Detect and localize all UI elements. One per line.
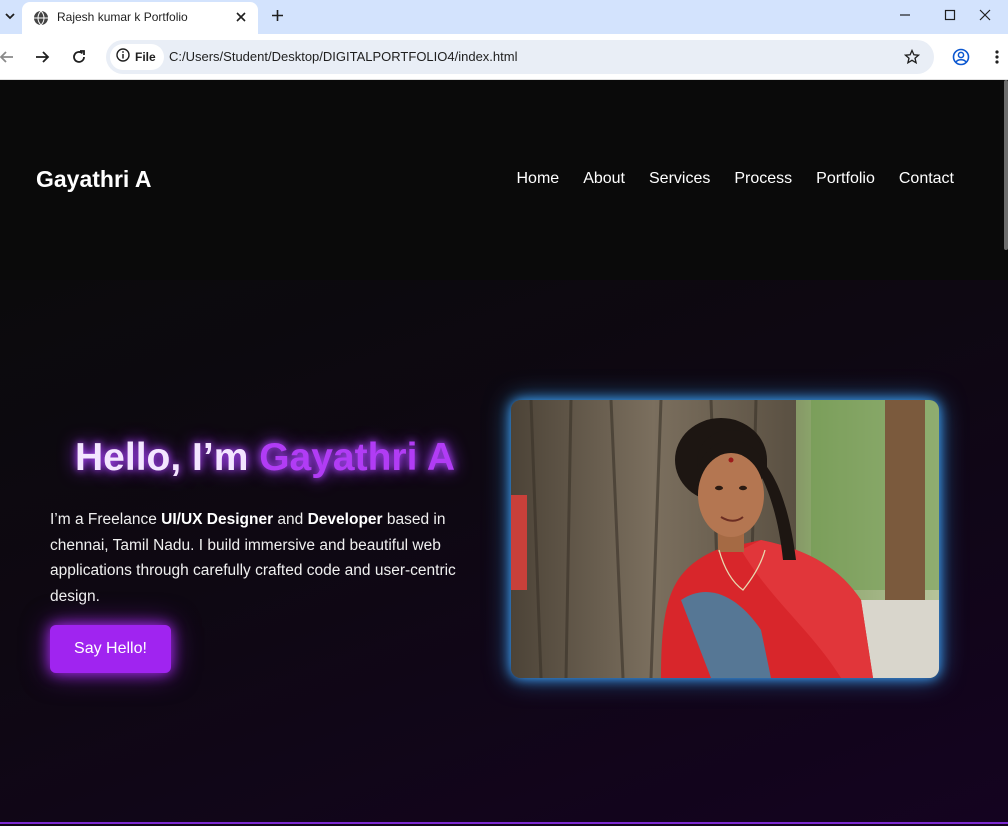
hero-desc-text-2: and — [273, 511, 308, 528]
browser-tab[interactable]: Rajesh kumar k Portfolio — [22, 2, 258, 34]
browser-toolbar: File C:/Users/Student/Desktop/DIGITALPOR… — [0, 34, 1008, 80]
url-text[interactable]: C:/Users/Student/Desktop/DIGITALPORTFOLI… — [169, 49, 517, 64]
bookmark-star-icon[interactable] — [902, 47, 922, 67]
profile-photo — [511, 400, 939, 678]
close-window-icon[interactable] — [962, 0, 1008, 30]
hero-desc-bold-2: Developer — [307, 511, 383, 528]
new-tab-plus-icon[interactable] — [266, 4, 288, 26]
browser-tab-bar: Rajesh kumar k Portfolio — [0, 0, 1008, 34]
site-header: Gayathri A Home About Services Process P… — [0, 80, 1008, 280]
globe-icon — [33, 10, 49, 26]
site-logo[interactable]: Gayathri A — [36, 166, 151, 193]
hero-desc-text-1: I’m a Freelance — [50, 511, 162, 528]
tab-search-chevron-down-icon[interactable] — [0, 6, 20, 26]
nav-link-portfolio[interactable]: Portfolio — [816, 170, 875, 188]
page-scrollbar[interactable] — [1004, 80, 1008, 250]
hero-section: Hello, I’m Gayathri A I’m a Freelance UI… — [0, 280, 1008, 826]
address-bar[interactable]: File C:/Users/Student/Desktop/DIGITALPOR… — [106, 40, 934, 74]
info-icon — [116, 47, 130, 67]
reload-icon[interactable] — [68, 46, 90, 68]
nav-link-services[interactable]: Services — [649, 170, 710, 188]
hero-title-prefix: Hello, I’m — [75, 436, 260, 479]
page-viewport: Gayathri A Home About Services Process P… — [0, 80, 1008, 826]
nav-link-about[interactable]: About — [583, 170, 625, 188]
hero-title: Hello, I’m Gayathri A — [50, 436, 480, 480]
hero-desc-bold-1: UI/UX Designer — [161, 511, 274, 528]
profile-avatar-icon[interactable] — [950, 46, 972, 68]
site-info-chip[interactable]: File — [110, 44, 164, 70]
section-divider — [0, 822, 1008, 824]
nav-link-process[interactable]: Process — [734, 170, 792, 188]
more-menu-icon[interactable] — [986, 46, 1008, 68]
nav-link-contact[interactable]: Contact — [899, 170, 954, 188]
tab-title: Rajesh kumar k Portfolio — [57, 10, 188, 24]
back-arrow-icon[interactable] — [0, 46, 18, 68]
say-hello-button[interactable]: Say Hello! — [50, 625, 171, 673]
main-nav: Home About Services Process Portfolio Co… — [517, 170, 955, 188]
hero-title-name: Gayathri A — [259, 436, 455, 479]
hero-description: I’m a Freelance UI/UX Designer and Devel… — [50, 507, 480, 609]
file-label: File — [135, 50, 156, 64]
minimize-window-icon[interactable] — [882, 0, 928, 30]
nav-link-home[interactable]: Home — [517, 170, 560, 188]
tab-close-icon[interactable] — [232, 8, 250, 26]
forward-arrow-icon[interactable] — [31, 46, 53, 68]
